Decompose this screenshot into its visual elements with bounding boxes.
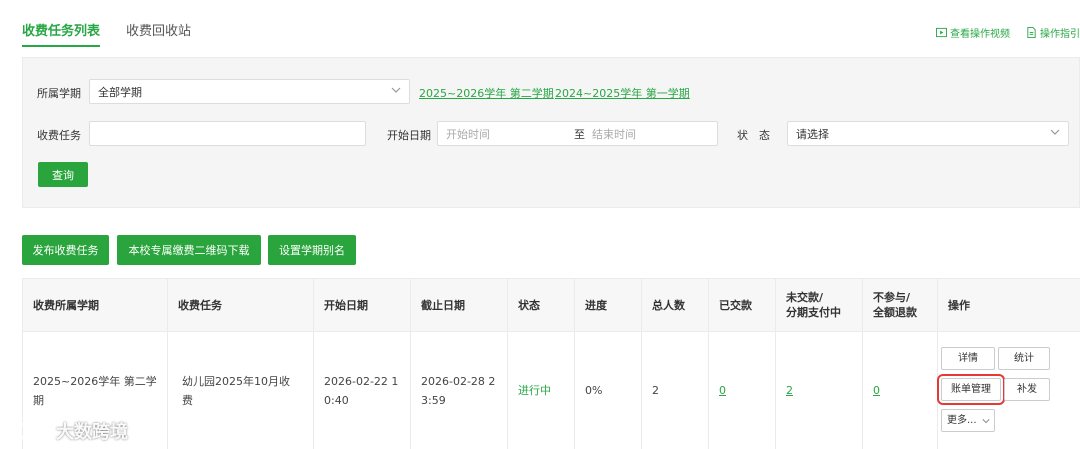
- stats-button[interactable]: 统计: [998, 347, 1050, 370]
- term-select[interactable]: 全部学期: [89, 79, 410, 104]
- set-term-alias-button[interactable]: 设置学期别名: [268, 235, 356, 265]
- cell-status: 进行中: [507, 331, 575, 449]
- header-status: 状态: [507, 278, 575, 332]
- video-icon: [936, 27, 947, 38]
- status-select[interactable]: 请选择: [787, 121, 1069, 146]
- date-separator: 至: [574, 127, 585, 141]
- term-label: 所属学期: [37, 87, 81, 100]
- cell-total: 2: [641, 331, 709, 449]
- document-icon: [1027, 27, 1036, 38]
- help-links: 查看操作视频 操作指引: [936, 25, 1080, 40]
- table-row: 2025~2026学年 第二学期 幼儿园2025年10月收费 2026-02-2…: [22, 331, 1080, 449]
- cell-task: 幼儿园2025年10月收费: [167, 331, 314, 449]
- date-end-input[interactable]: 结束时间: [592, 126, 636, 142]
- chevron-down-icon: [1050, 129, 1060, 135]
- watermark-logo-icon: [8, 421, 49, 441]
- guide-link[interactable]: 操作指引: [1026, 25, 1080, 40]
- task-input[interactable]: [89, 121, 366, 146]
- excluded-count-link[interactable]: 0: [873, 384, 880, 397]
- date-label: 开始日期: [387, 129, 431, 142]
- cell-progress: 0%: [574, 331, 642, 449]
- cell-excluded: 0: [862, 331, 938, 449]
- table-header-row: 收费所属学期 收费任务 开始日期 截止日期 状态 进度 总人数 已交款 未交款/…: [22, 278, 1080, 332]
- qrcode-download-button[interactable]: 本校专属缴费二维码下载: [117, 235, 261, 265]
- status-select-value: 请选择: [796, 127, 829, 141]
- unpaid-count-link[interactable]: 2: [786, 384, 793, 397]
- term-select-value: 全部学期: [98, 85, 142, 99]
- date-range-picker[interactable]: 开始时间 至 结束时间: [437, 121, 718, 146]
- task-label: 收费任务: [37, 129, 81, 142]
- cell-start-date: 2026-02-22 10:40: [313, 331, 411, 449]
- date-start-input[interactable]: 开始时间: [446, 126, 490, 142]
- cell-operations: 详情 统计 账单管理 补发 更多...: [937, 331, 1080, 449]
- guide-label: 操作指引: [1040, 29, 1080, 40]
- detail-button[interactable]: 详情: [941, 347, 995, 370]
- query-button[interactable]: 查询: [38, 162, 88, 187]
- term-quick-link-1[interactable]: 2025~2026学年 第二学期: [419, 85, 554, 101]
- header-term: 收费所属学期: [22, 278, 168, 332]
- header-progress: 进度: [574, 278, 642, 332]
- filter-panel: 所属学期 全部学期 2025~2026学年 第二学期 2024~2025学年 第…: [22, 57, 1080, 208]
- header-unpaid: 未交款/ 分期支付中: [775, 278, 863, 332]
- status-label: 状 态: [737, 129, 770, 142]
- header-paid: 已交款: [708, 278, 776, 332]
- watermark-text: 大数跨境: [56, 422, 128, 443]
- bill-management-button[interactable]: 账单管理: [937, 374, 1005, 405]
- view-video-link[interactable]: 查看操作视频: [936, 25, 1010, 40]
- watermark: 大数跨境: [8, 418, 128, 444]
- supplement-button[interactable]: 补发: [1004, 378, 1050, 401]
- more-dropdown[interactable]: 更多...: [941, 409, 995, 432]
- term-quick-link-2[interactable]: 2024~2025学年 第一学期: [555, 85, 690, 101]
- header-start-date: 开始日期: [313, 278, 411, 332]
- cell-end-date: 2026-02-28 23:59: [410, 331, 508, 449]
- publish-task-button[interactable]: 发布收费任务: [22, 235, 109, 265]
- header-operations: 操作: [937, 278, 1080, 332]
- cell-paid: 0: [708, 331, 776, 449]
- header-task: 收费任务: [167, 278, 314, 332]
- header-total: 总人数: [641, 278, 709, 332]
- paid-count-link[interactable]: 0: [719, 384, 726, 397]
- more-label: 更多...: [947, 415, 977, 426]
- header-excluded: 不参与/ 全额退款: [862, 278, 938, 332]
- tab-charge-task-list[interactable]: 收费任务列表: [22, 20, 101, 47]
- cell-unpaid: 2: [775, 331, 863, 449]
- operations-group: 详情 统计 账单管理 补发 更多...: [937, 332, 1080, 449]
- header-end-date: 截止日期: [410, 278, 508, 332]
- tab-recycle-bin[interactable]: 收费回收站: [126, 20, 191, 39]
- view-video-label: 查看操作视频: [950, 29, 1010, 40]
- chevron-down-icon: [982, 419, 990, 424]
- charge-task-table: 收费所属学期 收费任务 开始日期 截止日期 状态 进度 总人数 已交款 未交款/…: [22, 278, 1080, 449]
- chevron-down-icon: [391, 87, 401, 93]
